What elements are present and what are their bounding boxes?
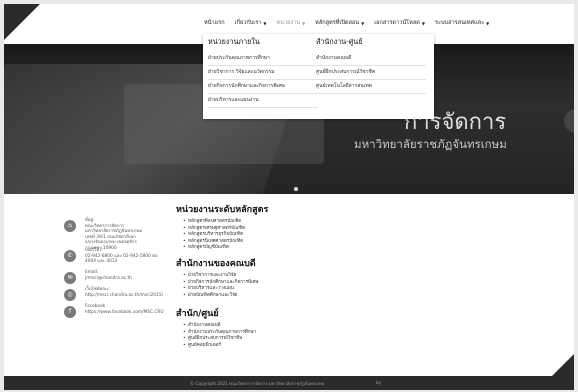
chevron-down-icon: ▼	[263, 20, 267, 26]
footer-by-text: by	[376, 380, 382, 385]
dean-office-link[interactable]: ฝ่ายบัณฑิตศึกษาและวิจัย	[183, 293, 396, 300]
nav-programs-label: หลักสูตรที่เปิดสอน	[315, 20, 360, 26]
main-menu: หน้าแรก เกี่ยวกับเรา ▼ หน่วยงาน ▼ หลักสูตร…	[204, 19, 489, 27]
dropdown-item-quality-assurance[interactable]: ฝ่ายประกันคุณภาพการศึกษา	[208, 52, 318, 66]
nav-downloads[interactable]: เอกสารดาวน์โหลด ▼	[374, 19, 425, 27]
offices-centers-heading: สำนักงาน-ศูนย์	[316, 37, 363, 46]
page-corner-fold	[4, 4, 40, 40]
email-row: ✉ Email: jrmsci@chandra.ac.th	[64, 270, 182, 287]
home-icon: ⌂	[64, 220, 76, 232]
centers-section: สำนัก/ศูนย์ สำนักงานคณบดี สำนักงานประกัน…	[176, 306, 396, 349]
contact-info: ⌂ ที่อยู่: คณะวิทยาการจัดการ มหาวิทยาลัย…	[64, 218, 182, 326]
phone-row: ✆ เบอร์โทร: 02-942-6800 และ 02-942-5800 …	[64, 248, 182, 270]
dropdown-item-administration[interactable]: ฝ่ายบริหารและแผนงาน	[208, 94, 318, 108]
footer-bar: © Copyright 2021 คณะวิทยาการจัดการ มหาวิ…	[4, 376, 574, 390]
nav-info-systems-label: ระบบสารสนเทศและ	[434, 20, 485, 26]
dean-office-list: ฝ่ายวิชาการและงานวิจัย ฝ่ายกิจการนักศึกษ…	[176, 273, 396, 299]
mail-icon: ✉	[64, 272, 76, 284]
page-frame: หน้าแรก เกี่ยวกับเรา ▼ หน่วยงาน ▼ หลักสูตร…	[4, 4, 574, 390]
programs-section: หน่วยงานระดับหลักสูตร หลักสูตรศิลปศาสตรบ…	[176, 202, 396, 252]
facebook-icon: f	[64, 306, 76, 318]
centers-list: สำนักงานคณบดี สำนักงานประกันคุณภาพการศึก…	[176, 323, 396, 349]
chevron-down-icon: ▼	[421, 20, 425, 26]
internal-units-heading: หน่วยงานภายใน	[208, 37, 260, 46]
program-link[interactable]: หลักสูตรบัญชีบัณฑิต	[183, 245, 396, 252]
dropdown-item-academic-research[interactable]: ฝ่ายวิชาการ วิจัยและนวัตกรรม	[208, 66, 318, 80]
slider-next-arrow[interactable]	[564, 109, 574, 133]
programs-list: หลักสูตรศิลปศาสตรบัณฑิต หลักสูตรเศรษฐศาส…	[176, 219, 396, 252]
chevron-down-icon: ▼	[486, 20, 490, 26]
phone-icon: ✆	[64, 250, 76, 262]
chevron-down-icon: ▼	[361, 20, 365, 26]
dropdown-item-training-center[interactable]: ศูนย์ฝึกประสบการณ์วิชาชีพ	[316, 66, 426, 80]
globe-icon: ◎	[64, 289, 76, 301]
nav-info-systems[interactable]: ระบบสารสนเทศและ ▼	[435, 19, 489, 27]
nav-about[interactable]: เกี่ยวกับเรา ▼	[235, 19, 267, 27]
nav-home[interactable]: หน้าแรก	[204, 19, 225, 27]
nav-home-label: หน้าแรก	[204, 20, 225, 26]
internal-units-column: หน่วยงานภายใน ฝ่ายประกันคุณภาพการศึกษา ฝ…	[208, 37, 318, 108]
dropdown-item-dean-office[interactable]: สำนักงานคณบดี	[316, 52, 426, 66]
nav-downloads-label: เอกสารดาวน์โหลด	[374, 20, 420, 26]
nav-about-label: เกี่ยวกับเรา	[234, 20, 262, 26]
facebook-row: f Facebook : https://www.facebook.com/MS…	[64, 304, 182, 326]
slider-indicator-dot[interactable]	[294, 187, 298, 191]
hero-subtitle: มหาวิทยาลัยราชภัฏจันทรเกษม	[354, 137, 507, 151]
nav-programs[interactable]: หลักสูตรที่เปิดสอน ▼	[315, 19, 364, 27]
dean-office-title: สำนักงานของคณบดี	[176, 259, 256, 269]
website-row: ◎ เว็บไซต์คณะ: http://msci.chandra.ac.th…	[64, 287, 182, 304]
offices-centers-column: สำนักงาน-ศูนย์ สำนักงานคณบดี ศูนย์ฝึกประ…	[316, 37, 426, 94]
dean-office-section: สำนักงานของคณบดี ฝ่ายวิชาการและงานวิจัย …	[176, 256, 396, 299]
center-link[interactable]: ศูนย์คอมพิวเตอร์	[183, 343, 396, 350]
dropdown-item-student-affairs[interactable]: ฝ่ายกิจการนักศึกษาและกิจการพิเศษ	[208, 80, 318, 94]
chevron-down-icon: ▼	[302, 20, 306, 26]
address-row: ⌂ ที่อยู่: คณะวิทยาการจัดการ มหาวิทยาลัย…	[64, 218, 182, 251]
programs-title: หน่วยงานระดับหลักสูตร	[176, 205, 269, 215]
page-corner-fold	[538, 354, 574, 390]
copyright-text: © Copyright 2021 คณะวิทยาการจัดการ มหาวิ…	[190, 381, 325, 386]
nav-units-label: หน่วยงาน	[276, 20, 301, 26]
units-dropdown-menu: หน่วยงานภายใน ฝ่ายประกันคุณภาพการศึกษา ฝ…	[203, 34, 434, 119]
dropdown-item-it-center[interactable]: ศูนย์เทคโนโลยีสารสนเทศ	[316, 80, 426, 94]
centers-title: สำนัก/ศูนย์	[176, 309, 219, 319]
nav-units[interactable]: หน่วยงาน ▼	[276, 19, 305, 27]
